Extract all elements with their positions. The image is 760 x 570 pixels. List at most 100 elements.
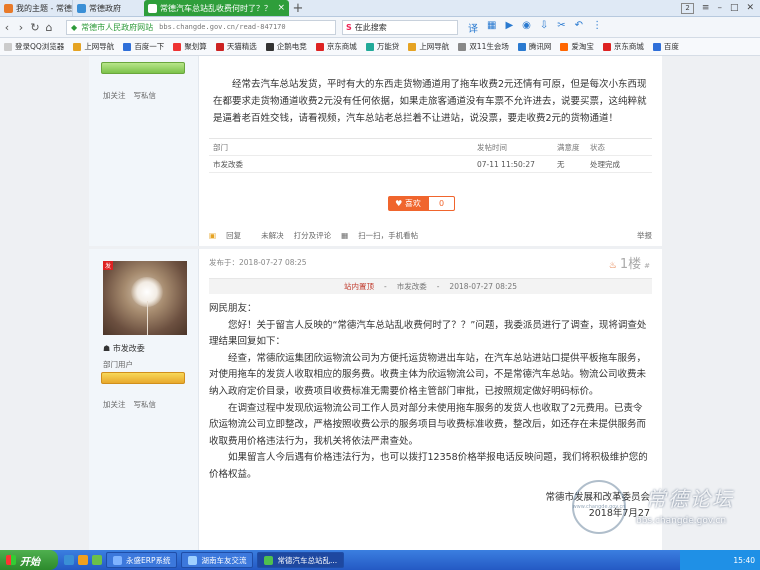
forward-icon[interactable]: ›	[14, 21, 28, 34]
search-engine-icon: S	[346, 22, 352, 32]
quick-launch	[64, 555, 102, 565]
bookmark-icon	[4, 42, 12, 51]
menu-icon[interactable]: ≡	[702, 3, 710, 13]
bookmark-item[interactable]: 爱淘宝	[560, 41, 594, 52]
app-quicklaunch-icon[interactable]	[78, 555, 88, 565]
rate-button[interactable]: 打分及评论	[294, 230, 332, 241]
signature: 常德市发展和改革委员会	[545, 492, 650, 503]
tab-my-topics[interactable]: 我的主题 - 常德论坛	[0, 0, 72, 16]
secure-shield-icon: ◆	[71, 22, 78, 32]
bookmark-item[interactable]: 登录QQ浏览器	[4, 41, 64, 52]
taskbar-item-browser[interactable]: 常德汽车总站乱...	[257, 552, 345, 568]
author-links: 加关注 写私信	[103, 90, 156, 101]
translate-icon[interactable]: 译	[468, 20, 478, 35]
back-icon[interactable]: ‹	[0, 21, 14, 34]
new-tab-button[interactable]: +	[289, 0, 307, 16]
author-links: 加关注 写私信	[103, 399, 156, 410]
official-stamp: 站内置顶 - 市发改委 - 2018-07-27 08:25	[209, 278, 652, 294]
app-icon	[264, 555, 274, 565]
minimize-icon[interactable]: –	[717, 3, 722, 13]
unresolved-button[interactable]: 未解决	[261, 230, 284, 241]
report-link[interactable]: 举报	[637, 230, 652, 241]
paragraph: 如果留言人今后遇有价格违法行为，也可以拨打12358价格举报电话反映问题，我们将…	[209, 452, 648, 480]
qr-button[interactable]: ▦ 扫一扫，手机看帖	[341, 230, 428, 241]
close-window-icon[interactable]: ✕	[746, 3, 754, 13]
toolbar-icons: 译 ▦ ▶ ◉ ⇩ ✂ ↶ ⋮	[468, 20, 602, 35]
bookmark-icon	[365, 42, 374, 51]
forum-favicon-icon	[4, 3, 13, 13]
stamp-sep: -	[436, 282, 440, 291]
bookmark-icon	[458, 42, 467, 51]
cut-icon[interactable]: ✂	[557, 20, 565, 35]
reply-post: 发 ☗ 市发改委 部门用户 加关注 写私信 发布于：2018-07-27 08:…	[89, 249, 662, 550]
post-time: 发布于：2018-07-27 08:25	[209, 258, 307, 267]
taskbar-item-chat[interactable]: 湖南车友交流	[181, 552, 254, 568]
taskbar-item-erp[interactable]: 永盛ERP系统	[106, 552, 178, 568]
bookmark-item[interactable]: 天猫精选	[215, 41, 257, 52]
bookmark-item[interactable]: 腾讯网	[517, 41, 551, 52]
bookmark-icon	[517, 42, 526, 51]
game-icon[interactable]: ◉	[522, 20, 531, 35]
message-link[interactable]: 写私信	[134, 399, 157, 410]
url-text[interactable]: bbs.changde.gov.cn/read-847170	[159, 23, 285, 31]
stamp-time: 2018-07-27 08:25	[449, 282, 518, 291]
more-icon[interactable]: ⋮	[592, 20, 602, 35]
follow-link[interactable]: 加关注	[103, 399, 126, 410]
desktop-quicklaunch-icon[interactable]	[92, 555, 102, 565]
author-name[interactable]: ☗ 市发改委	[103, 343, 145, 354]
gov-favicon-icon	[77, 3, 86, 13]
search-box[interactable]: S 在此搜索	[342, 19, 458, 35]
clock[interactable]: 15:40	[733, 556, 755, 565]
address-bar[interactable]: ◆ 常德市人民政府网站 bbs.changde.gov.cn/read-8471…	[66, 19, 336, 35]
avatar[interactable]: 发	[103, 261, 187, 335]
paragraph: 在调查过程中发现欣运物流公司工作人员对部分未使用拖车服务的发货人也收取了2元费用…	[209, 402, 647, 447]
message-link[interactable]: 写私信	[134, 90, 157, 101]
follow-link[interactable]: 加关注	[103, 90, 126, 101]
home-icon[interactable]: ⌂	[42, 21, 56, 34]
app-icon	[188, 555, 198, 565]
download-icon[interactable]: ⇩	[540, 20, 548, 35]
bookmark-item[interactable]: 京东商城	[602, 41, 644, 52]
refresh-icon[interactable]: ↻	[28, 21, 42, 34]
post-actions: ▣ 回复 未解决 打分及评论 ▦ 扫一扫，手机看帖 举报	[209, 230, 652, 241]
paragraph: 经查，常德欣运集团欣运物流公司为方便托运货物进出车站，在汽车总站进站口提供平板拖…	[209, 352, 647, 397]
reply-button[interactable]: ▣ 回复	[209, 230, 251, 241]
bookmark-item[interactable]: 双11生会场	[458, 41, 509, 52]
navigation-bar: ‹ › ↻ ⌂ ◆ 常德市人民政府网站 bbs.changde.gov.cn/r…	[0, 17, 760, 38]
bookmark-item[interactable]: 百度	[652, 41, 679, 52]
bookmark-item[interactable]: 京东商城	[315, 41, 357, 52]
bookmark-item[interactable]: 上网导航	[408, 41, 449, 52]
author-sidebar: 发 ☗ 市发改委 部门用户 加关注 写私信	[89, 249, 199, 550]
bookmarks-bar: 登录QQ浏览器 上网导航 百度一下 聚划算 天猫精选 企鹅电竞 京东商城 万能贷…	[0, 38, 760, 56]
grid-icon[interactable]: ▦	[487, 20, 496, 35]
bookmark-icon	[315, 42, 324, 51]
windows-taskbar: 开始 永盛ERP系统 湖南车友交流 常德汽车总站乱... 15:40	[0, 550, 760, 570]
start-button[interactable]: 开始	[0, 550, 58, 570]
close-tab-icon[interactable]: ×	[277, 3, 285, 13]
tab-counter[interactable]: 2	[681, 2, 694, 14]
maximize-icon[interactable]: □	[730, 3, 739, 13]
bookmark-item[interactable]: 万能贷	[365, 41, 399, 52]
tab-changde-gov[interactable]: 常德政府	[72, 0, 144, 16]
undo-icon[interactable]: ↶	[575, 20, 583, 35]
paragraph: 您好！关于留言人反映的“常德汽车总站乱收费何时了？？”问题，我委派员进行了调查，…	[209, 319, 647, 348]
bookmark-item[interactable]: 聚划算	[173, 41, 207, 52]
browser-quicklaunch-icon[interactable]	[64, 555, 74, 565]
search-placeholder: 在此搜索	[354, 22, 387, 32]
stamp-label: 站内置顶	[343, 282, 374, 291]
bookmark-item[interactable]: 百度一下	[123, 41, 164, 52]
rank-badge	[101, 62, 185, 74]
greeting: 网民朋友：	[209, 303, 257, 314]
stamp-dept: 市发改委	[396, 282, 427, 291]
like-button[interactable]: ♥ 喜欢	[388, 196, 428, 211]
dandelion-stem	[147, 301, 148, 335]
stamp-sep: -	[383, 282, 387, 291]
bookmark-item[interactable]: 上网导航	[73, 41, 114, 52]
bookmark-item[interactable]: 企鹅电竞	[265, 41, 307, 52]
tab-label: 常德政府	[89, 3, 121, 13]
floor-number: ♨ 1楼 #	[608, 257, 650, 272]
tab-current-thread[interactable]: 常德汽车总站乱收费何时了？？ ×	[144, 0, 289, 16]
bookmark-icon	[173, 42, 182, 51]
bookmark-icon	[560, 42, 569, 51]
video-icon[interactable]: ▶	[505, 20, 513, 35]
